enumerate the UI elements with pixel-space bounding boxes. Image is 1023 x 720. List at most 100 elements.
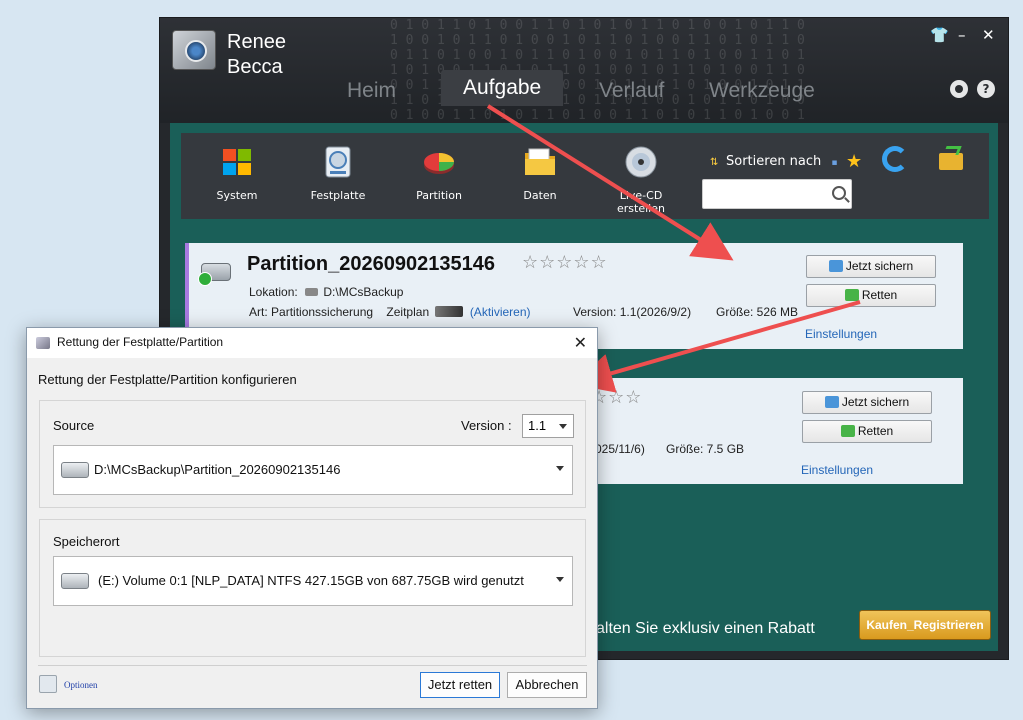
tab-aufgabe[interactable]: Aufgabe bbox=[441, 70, 564, 106]
task-title: Partition_20260902135146 bbox=[247, 253, 495, 275]
restore-icon bbox=[840, 425, 855, 437]
location-label: Lokation: bbox=[249, 285, 298, 299]
schedule-label: Zeitplan bbox=[386, 305, 430, 319]
backup-now-label: Jetzt sichern bbox=[845, 259, 914, 273]
drive-check-icon bbox=[198, 263, 231, 286]
backup-icon bbox=[824, 396, 839, 408]
chevron-down-icon bbox=[556, 466, 564, 471]
shirt-icon[interactable]: 👕 bbox=[930, 26, 949, 44]
tab-heim[interactable]: Heim bbox=[347, 78, 396, 116]
app-header: 0 1 0 1 1 0 1 0 0 1 1 0 1 0 1 0 1 1 0 1 … bbox=[160, 18, 1008, 123]
open-folder-icon[interactable] bbox=[939, 153, 963, 170]
drive-small-icon bbox=[305, 288, 319, 296]
sort-icon: ⇅ bbox=[710, 157, 719, 168]
hard-drive-icon bbox=[61, 462, 89, 478]
cancel-button[interactable]: Abbrechen bbox=[507, 672, 587, 698]
brand-name: Renee Becca bbox=[227, 30, 286, 80]
toolbar-partition[interactable]: Partition bbox=[394, 145, 484, 202]
toolbar-live-cd-label: Live-CD erstellen bbox=[617, 189, 665, 215]
task-version: Version: 1.1(2026/9/2) bbox=[573, 305, 692, 319]
minimize-button[interactable]: – bbox=[958, 26, 966, 44]
brand-line-2: Becca bbox=[227, 56, 283, 78]
version-label: Version : bbox=[461, 418, 512, 433]
dialog-title: Rettung der Festplatte/Partition bbox=[57, 335, 224, 349]
backup-icon bbox=[828, 260, 843, 272]
dialog-titlebar: Rettung der Festplatte/Partition ✕ bbox=[27, 328, 597, 358]
folder-icon bbox=[523, 145, 557, 179]
restore-button[interactable]: Retten bbox=[806, 284, 936, 307]
dialog-app-icon bbox=[36, 337, 50, 349]
destination-label: Speicherort bbox=[53, 534, 120, 549]
toolbar-daten[interactable]: Daten bbox=[495, 145, 585, 202]
location-value: D:\MCsBackup bbox=[323, 285, 404, 299]
source-group: Source Version : 1.1 D:\MCsBackup\Partit… bbox=[39, 400, 586, 508]
type-label: Art: bbox=[249, 305, 268, 319]
toolbar-system[interactable]: System bbox=[192, 145, 282, 202]
destination-combo[interactable]: (E:) Volume 0:1 [NLP_DATA] NTFS 427.15GB… bbox=[53, 556, 573, 606]
brand-line-1: Renee bbox=[227, 31, 286, 53]
rating-stars[interactable]: ☆☆☆☆☆ bbox=[522, 252, 608, 273]
toolbar-partition-label: Partition bbox=[416, 189, 462, 202]
pie-chart-icon bbox=[422, 145, 456, 179]
sort-control[interactable]: ⇅ Sortieren nach ▪ bbox=[710, 154, 838, 169]
disk-icon bbox=[321, 145, 355, 179]
help-icon[interactable]: ? bbox=[977, 80, 995, 98]
close-button[interactable]: ✕ bbox=[982, 26, 995, 44]
backup-now-button[interactable]: Jetzt sichern bbox=[806, 255, 936, 278]
backup-now-button[interactable]: Jetzt sichern bbox=[802, 391, 932, 414]
settings-link[interactable]: Einstellungen bbox=[805, 327, 877, 341]
type-value: Partitionssicherung bbox=[271, 305, 374, 319]
options-link[interactable]: Optionen bbox=[64, 680, 98, 690]
dialog-close-button[interactable]: ✕ bbox=[574, 333, 587, 352]
source-path: D:\MCsBackup\Partition_20260902135146 bbox=[94, 462, 341, 477]
location-row: Lokation: D:\MCsBackup bbox=[249, 285, 403, 299]
restore-button[interactable]: Retten bbox=[802, 420, 932, 443]
toolbar-system-label: System bbox=[216, 189, 258, 202]
source-label: Source bbox=[53, 418, 95, 433]
promo-text: alten Sie exklusiv einen Rabatt bbox=[596, 620, 815, 637]
restore-now-button[interactable]: Jetzt retten bbox=[420, 672, 500, 698]
type-row: Art: Partitionssicherung Zeitplan (Aktiv… bbox=[249, 305, 531, 319]
windows-icon bbox=[220, 145, 254, 179]
restore-icon bbox=[844, 289, 859, 301]
star-icon[interactable]: ★ bbox=[846, 151, 862, 172]
chevron-down-icon bbox=[556, 577, 564, 582]
hard-drive-icon bbox=[61, 573, 89, 589]
destination-value: (E:) Volume 0:1 [NLP_DATA] NTFS 427.15GB… bbox=[98, 573, 524, 588]
sort-label: Sortieren nach bbox=[726, 154, 822, 169]
source-combo[interactable]: D:\MCsBackup\Partition_20260902135146 bbox=[53, 445, 573, 495]
settings-link[interactable]: Einstellungen bbox=[801, 463, 873, 477]
schedule-toggle[interactable] bbox=[435, 306, 464, 317]
cd-icon bbox=[624, 145, 658, 179]
search-input[interactable] bbox=[707, 181, 825, 207]
chevron-down-icon bbox=[559, 424, 567, 429]
backup-now-label: Jetzt sichern bbox=[841, 395, 910, 409]
buy-register-button[interactable]: Kaufen_Registrieren bbox=[859, 610, 991, 640]
rating-stars[interactable]: ☆☆☆ bbox=[591, 387, 642, 408]
sort-dropdown-icon[interactable]: ▪ bbox=[831, 158, 837, 168]
version-value: 1.1 bbox=[528, 418, 547, 433]
tab-verlauf[interactable]: Verlauf bbox=[599, 78, 664, 116]
schedule-activate-link[interactable]: (Aktivieren) bbox=[470, 305, 531, 319]
toolbar-daten-label: Daten bbox=[523, 189, 557, 202]
refresh-icon[interactable] bbox=[882, 146, 908, 172]
dialog-separator bbox=[38, 665, 587, 666]
gear-icon[interactable] bbox=[950, 80, 968, 98]
search-box[interactable] bbox=[702, 179, 852, 209]
dialog-heading: Rettung der Festplatte/Partition konfigu… bbox=[38, 372, 297, 387]
toolbar-festplatte[interactable]: Festplatte bbox=[293, 145, 383, 202]
tab-werkzeuge[interactable]: Werkzeuge bbox=[709, 78, 815, 116]
restore-label: Retten bbox=[857, 424, 894, 438]
toolbar-festplatte-label: Festplatte bbox=[310, 189, 366, 202]
task-size: Größe: 526 MB bbox=[716, 305, 799, 319]
app-logo bbox=[172, 30, 216, 70]
search-icon[interactable] bbox=[832, 186, 846, 200]
restore-label: Retten bbox=[861, 288, 898, 302]
version-select[interactable]: 1.1 bbox=[522, 414, 574, 438]
options-icon[interactable] bbox=[39, 675, 57, 693]
destination-group: Speicherort (E:) Volume 0:1 [NLP_DATA] N… bbox=[39, 519, 586, 657]
toolbar-live-cd[interactable]: Live-CD erstellen bbox=[596, 145, 686, 215]
task-version: 025/11/6) bbox=[595, 442, 645, 456]
task-size: Größe: 7.5 GB bbox=[666, 442, 745, 456]
restore-dialog: Rettung der Festplatte/Partition ✕ Rettu… bbox=[26, 327, 598, 709]
